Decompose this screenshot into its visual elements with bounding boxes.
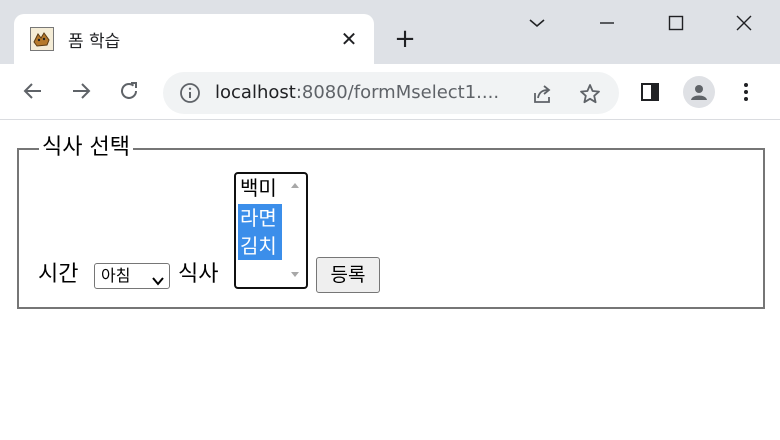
tomcat-icon xyxy=(30,27,54,51)
meal-multiselect[interactable]: 백미 라면 김치 xyxy=(234,172,308,289)
url-text[interactable]: localhost:8080/formMselect1.... xyxy=(215,82,499,103)
maximize-icon[interactable] xyxy=(661,10,691,36)
new-tab-button[interactable]: + xyxy=(390,24,420,54)
meal-fieldset: 식사 선택 시간 아침 식사 백미 라면 김치 등록 xyxy=(17,134,765,309)
chevron-down-icon xyxy=(151,270,165,294)
forward-icon[interactable] xyxy=(66,76,96,106)
menu-kebab-icon[interactable] xyxy=(731,77,761,107)
back-icon[interactable] xyxy=(18,76,48,106)
minimize-icon[interactable] xyxy=(592,10,622,36)
close-icon[interactable] xyxy=(729,10,759,36)
active-tab[interactable]: 폼 학습 ✕ xyxy=(14,14,374,64)
address-bar[interactable]: localhost:8080/formMselect1.... xyxy=(163,72,619,114)
submit-button[interactable]: 등록 xyxy=(316,257,380,293)
time-label: 시간 xyxy=(38,262,79,287)
url-host: localhost xyxy=(215,82,296,103)
bookmark-star-icon[interactable] xyxy=(577,81,603,107)
meal-option[interactable]: 김치 xyxy=(238,232,282,260)
meal-option[interactable]: 라면 xyxy=(238,204,282,232)
url-path: :8080/formMselect1.... xyxy=(295,82,500,103)
meal-label: 식사 xyxy=(178,262,219,287)
browser-toolbar: localhost:8080/formMselect1.... xyxy=(0,64,780,120)
time-select[interactable]: 아침 xyxy=(94,263,170,289)
listbox-scrollbar[interactable] xyxy=(286,176,304,285)
reload-icon[interactable] xyxy=(114,76,144,106)
tab-strip: 폼 학습 ✕ + xyxy=(0,0,780,64)
info-icon[interactable] xyxy=(179,82,201,104)
time-select-value: 아침 xyxy=(101,266,131,285)
chevron-down-icon[interactable] xyxy=(522,10,552,36)
tab-title: 폼 학습 xyxy=(68,32,121,52)
side-panel-icon[interactable] xyxy=(635,77,665,107)
profile-avatar-icon[interactable] xyxy=(683,76,715,108)
meal-option[interactable]: 백미 xyxy=(238,174,282,202)
tab-close-icon[interactable]: ✕ xyxy=(336,26,362,52)
share-icon[interactable] xyxy=(529,81,555,107)
fieldset-legend: 식사 선택 xyxy=(39,134,133,162)
